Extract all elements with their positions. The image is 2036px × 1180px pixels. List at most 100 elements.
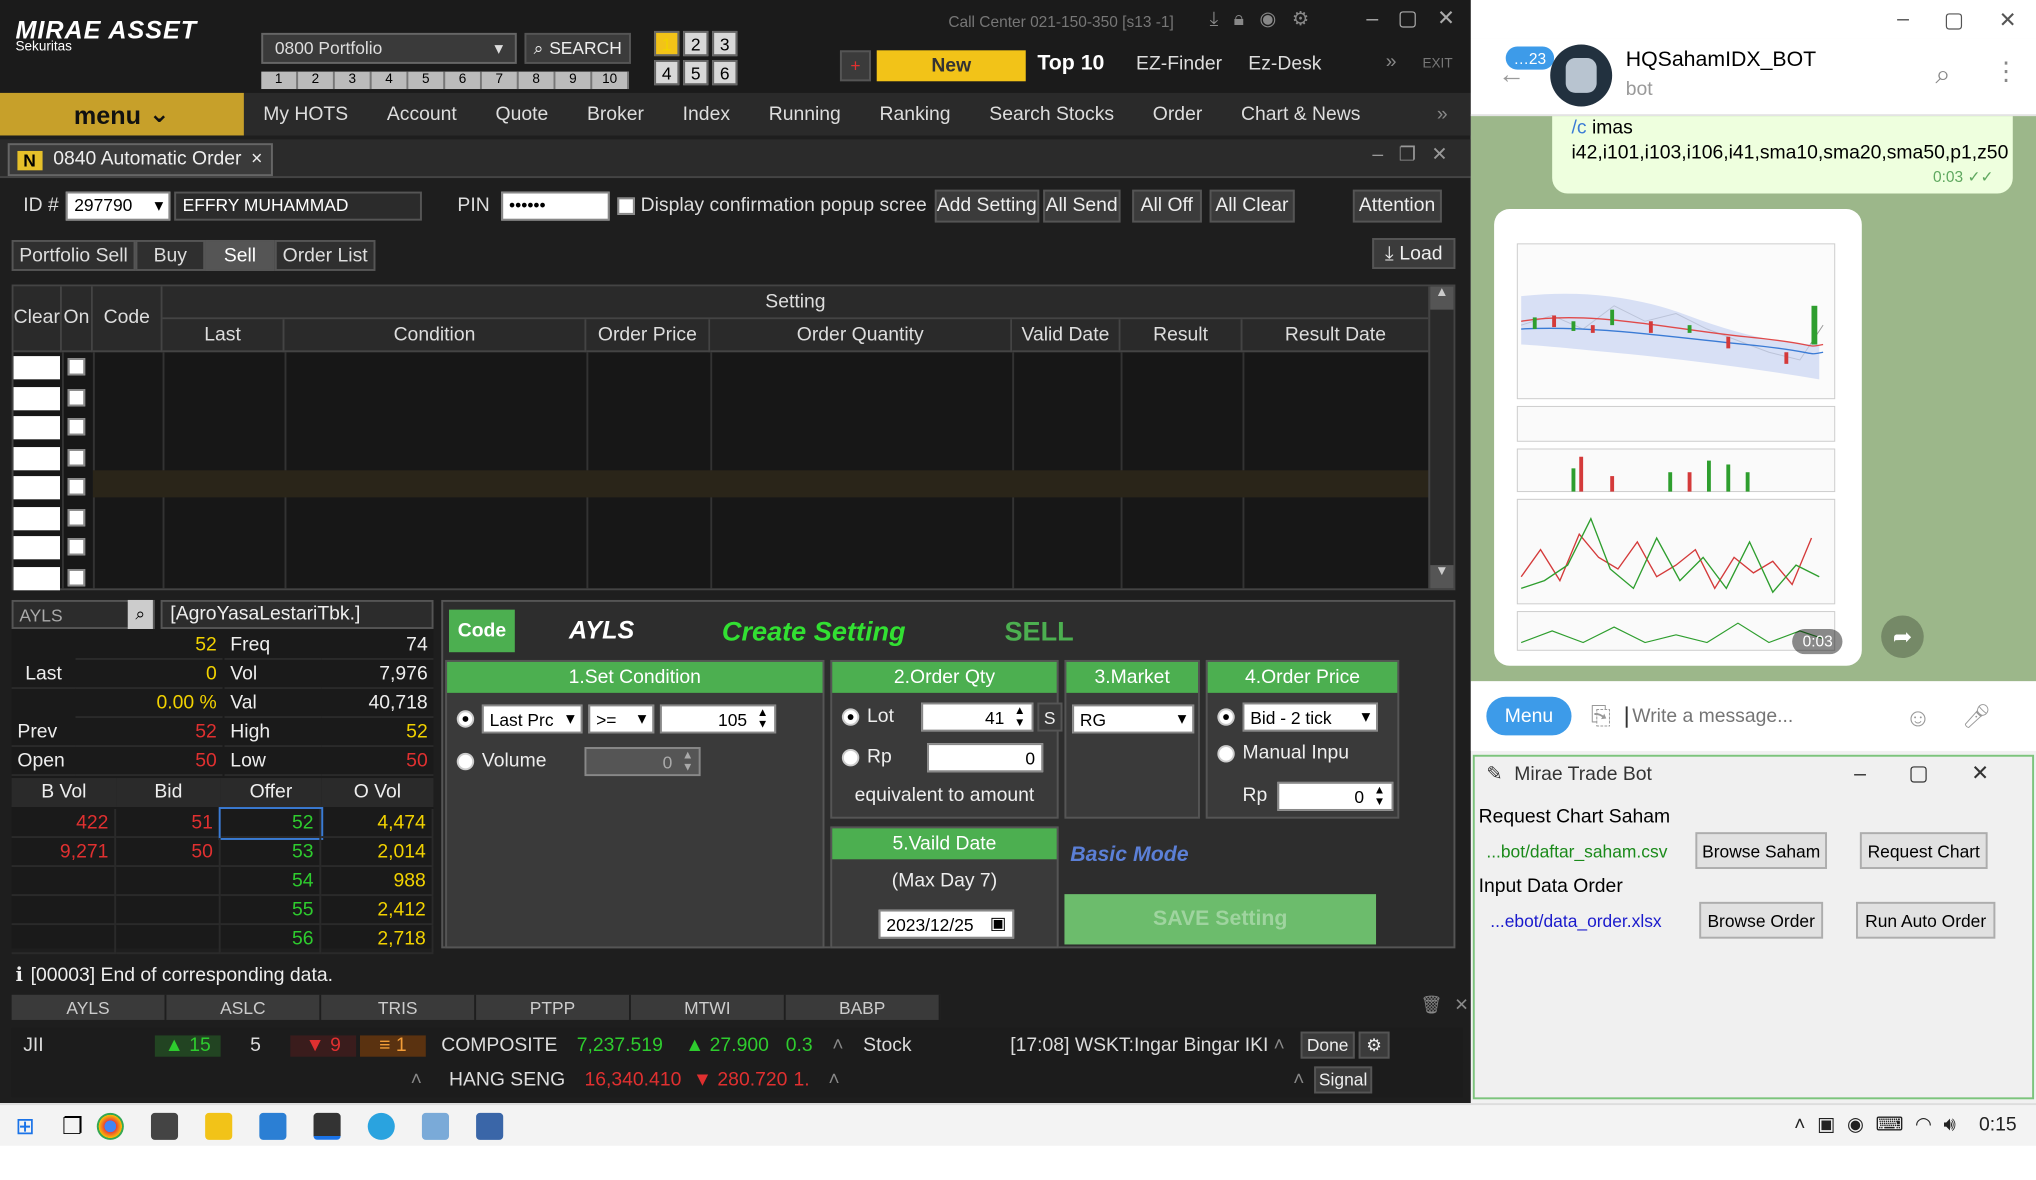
maximize-icon[interactable]: ▢	[1398, 6, 1418, 31]
key-4[interactable]: 4	[654, 59, 680, 86]
minimize-icon[interactable]: –	[1897, 8, 1909, 31]
price-type-radio[interactable]	[1217, 708, 1235, 726]
telegram-icon[interactable]	[367, 1111, 395, 1139]
run-auto-order-button[interactable]: Run Auto Order	[1856, 901, 1996, 939]
share-arrow-icon[interactable]: ➦	[1881, 615, 1924, 659]
screen-number-2[interactable]: 2	[298, 71, 335, 90]
nav-ranking[interactable]: Ranking	[860, 104, 970, 125]
bot-avatar[interactable]	[1550, 44, 1613, 107]
confirm-popup-checkbox[interactable]	[617, 196, 635, 214]
command-link[interactable]: /c	[1572, 118, 1587, 139]
lot-radio[interactable]	[841, 708, 860, 726]
price-type-select[interactable]: Bid - 2 tick ▾	[1242, 702, 1378, 732]
volume-radio[interactable]	[456, 752, 475, 771]
row-on-checkbox[interactable]	[67, 508, 86, 526]
download-icon[interactable]: ⤓	[1210, 10, 1219, 31]
done-button[interactable]: Done	[1300, 1031, 1355, 1059]
vscode-icon[interactable]	[259, 1111, 287, 1139]
price-rp-stepper[interactable]: 0 ▲ ▼	[1276, 781, 1394, 811]
nav-quote[interactable]: Quote	[476, 104, 567, 125]
screen-number-5[interactable]: 5	[408, 71, 446, 90]
hots-icon[interactable]	[313, 1111, 341, 1139]
double-chevron-right-icon[interactable]: »	[1437, 104, 1448, 125]
screen-number-8[interactable]: 8	[518, 71, 556, 90]
ticker-tab[interactable]: AYLS	[11, 994, 167, 1020]
condition-operator-select[interactable]: >= ▾	[588, 704, 655, 734]
all-send-button[interactable]: All Send	[1042, 188, 1121, 222]
all-off-button[interactable]: All Off	[1131, 188, 1202, 222]
bot-menu-button[interactable]: Menu	[1486, 696, 1572, 736]
restore-icon[interactable]: ❐	[1399, 145, 1416, 166]
ez-desk-link[interactable]: Ez-Desk	[1248, 54, 1321, 75]
row-on-checkbox[interactable]	[67, 388, 86, 406]
row-on-checkbox[interactable]	[67, 358, 86, 376]
browse-saham-button[interactable]: Browse Saham	[1695, 832, 1827, 869]
trash-icon[interactable]: 🗑︎	[1421, 995, 1443, 1016]
valid-date-picker[interactable]: 2023/12/25 ▣	[878, 909, 1015, 939]
row-on-checkbox[interactable]	[67, 448, 86, 466]
nav-running[interactable]: Running	[749, 104, 860, 125]
clear-cell[interactable]	[13, 416, 60, 440]
paperclip-icon[interactable]: ⎘	[1591, 701, 1611, 732]
nav-broker[interactable]: Broker	[568, 104, 664, 125]
attention-button[interactable]: Attention	[1352, 188, 1442, 222]
close-icon[interactable]: ✕	[1971, 761, 1989, 786]
signal-button[interactable]: Signal	[1314, 1066, 1373, 1094]
gear-icon[interactable]: ⚙	[1358, 1031, 1390, 1059]
row-on-checkbox[interactable]	[67, 538, 86, 556]
chart-image-message[interactable]: 0:03	[1494, 209, 1862, 666]
rp-input[interactable]: 0	[926, 743, 1043, 773]
all-clear-button[interactable]: All Clear	[1209, 188, 1295, 222]
key-1[interactable]: 1	[654, 30, 680, 57]
minimize-icon[interactable]: –	[1366, 7, 1378, 30]
search-button[interactable]: ⌕ SEARCH	[524, 32, 631, 64]
app-icon[interactable]	[475, 1111, 503, 1139]
volume-stepper[interactable]: 0 ▲ ▼	[585, 747, 702, 777]
news-ticker[interactable]: [17:08] WSKT:Ingar Bingar IKI	[1010, 1034, 1273, 1055]
chevron-up-icon[interactable]: ˄	[855, 1069, 1304, 1090]
row-on-checkbox[interactable]	[67, 568, 86, 586]
volume-icon[interactable]: 🔊︎	[1944, 1115, 1956, 1136]
top10-button[interactable]: Top 10	[1037, 52, 1104, 75]
close-icon[interactable]: ✕	[1437, 6, 1455, 31]
clear-cell[interactable]	[13, 476, 60, 500]
ticker-tab[interactable]: PTPP	[476, 994, 631, 1020]
nav-chart-news[interactable]: Chart & News	[1222, 104, 1380, 125]
chevron-up-icon[interactable]: ˄	[1273, 1034, 1296, 1055]
clear-cell[interactable]	[13, 356, 60, 380]
clear-cell[interactable]	[13, 566, 60, 590]
row-on-checkbox[interactable]	[67, 418, 86, 436]
double-chevron-right-icon[interactable]: »	[1386, 52, 1397, 73]
account-id-select[interactable]: 297790 ▾	[66, 190, 171, 220]
task-view-icon[interactable]: ❐	[62, 1112, 83, 1139]
ticker-tab[interactable]: ASLC	[166, 994, 322, 1020]
stepper-icon[interactable]: ▲ ▼	[1014, 705, 1026, 728]
load-button[interactable]: ⤓ Load	[1372, 238, 1456, 270]
calendar-icon[interactable]: ▣	[990, 913, 1006, 934]
nav-search-stocks[interactable]: Search Stocks	[970, 104, 1134, 125]
key-2[interactable]: 2	[683, 30, 709, 57]
windows-start-icon[interactable]: ⊞	[15, 1112, 34, 1139]
add-setting-button[interactable]: Add Setting	[934, 188, 1040, 222]
gear-icon[interactable]: ⚙	[1292, 10, 1309, 31]
nav-my-hots[interactable]: My HOTS	[244, 104, 368, 125]
nav-order[interactable]: Order	[1133, 104, 1221, 125]
lot-stepper[interactable]: 41 ▲ ▼	[921, 702, 1034, 732]
screen-number-7[interactable]: 7	[481, 71, 519, 90]
manual-input-radio[interactable]	[1217, 745, 1235, 763]
save-setting-button[interactable]: SAVE Setting	[1064, 894, 1377, 945]
more-vertical-icon[interactable]: ⋮	[1993, 56, 2018, 87]
ticker-tab[interactable]: BABP	[785, 994, 941, 1020]
market-select[interactable]: RG ▾	[1072, 704, 1195, 734]
stepper-icon[interactable]: ▲ ▼	[757, 707, 769, 730]
s-button[interactable]: S	[1037, 702, 1063, 732]
basic-mode-link[interactable]: Basic Mode	[1070, 844, 1188, 867]
language-icon[interactable]: ⌨	[1875, 1115, 1903, 1136]
tab-buy[interactable]: Buy	[135, 239, 206, 271]
chrome-icon[interactable]	[96, 1111, 124, 1139]
clear-cell[interactable]	[13, 446, 60, 470]
close-icon[interactable]: ×	[251, 149, 262, 170]
last-price-radio[interactable]	[456, 710, 475, 728]
chevron-up-icon[interactable]: ˄	[12, 1069, 430, 1090]
grid-scrollbar[interactable]: ▲ ▼	[1428, 286, 1454, 589]
